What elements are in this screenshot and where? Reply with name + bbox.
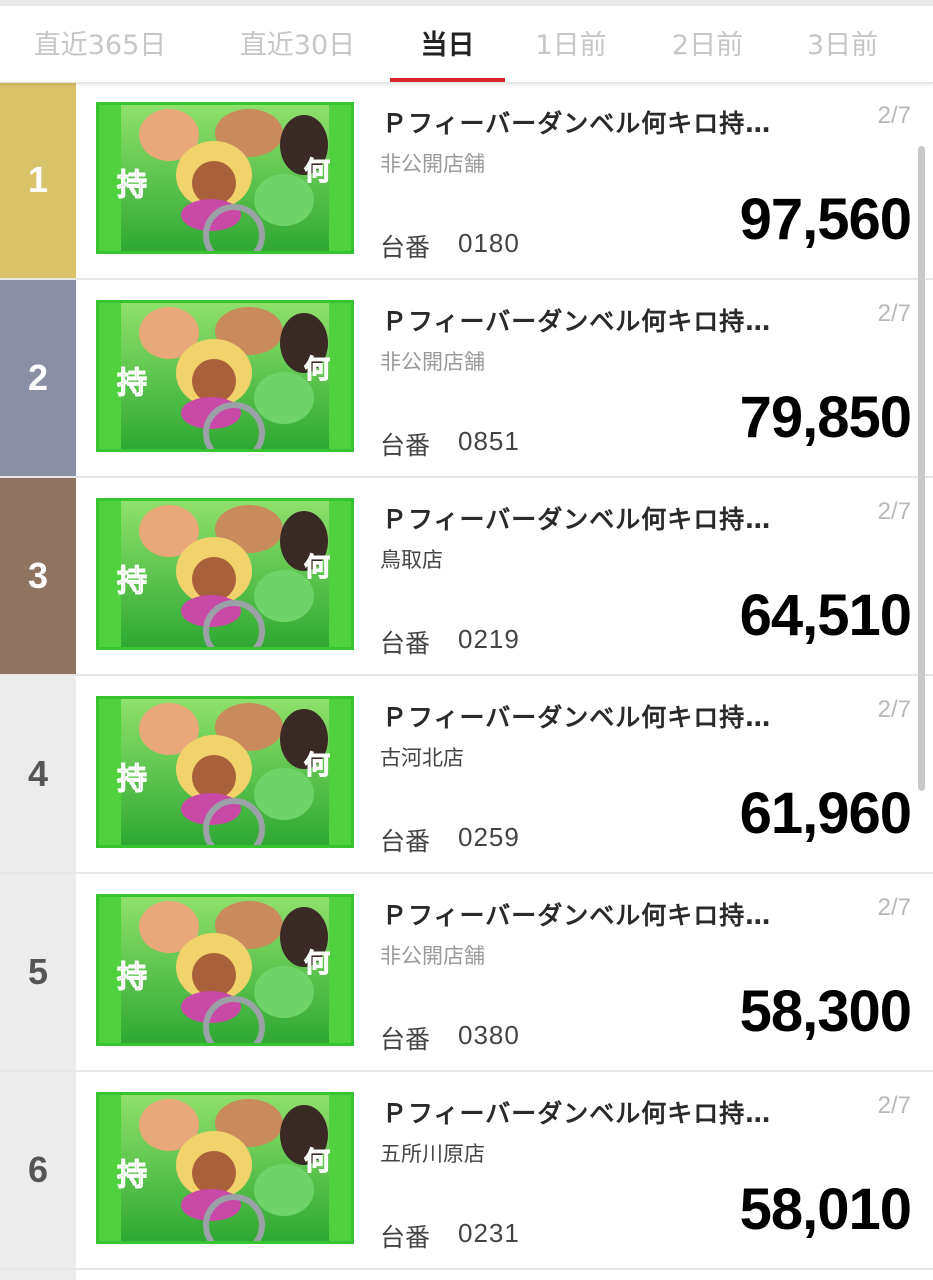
rank-badge: 5 — [0, 874, 76, 1070]
svg-text:持: 持 — [117, 960, 147, 995]
svg-text:何: 何 — [304, 1147, 330, 1177]
ranking-row[interactable]: 5 持何 Ｐフィーバーダンベル何キロ持… 2/7 非公開店舗 台番 0380 5… — [0, 874, 933, 1072]
store-name: 古河北店 — [380, 746, 464, 770]
machine-title: Ｐフィーバーダンベル何キロ持… — [382, 109, 772, 138]
machine-title: Ｐフィーバーダンベル何キロ持… — [382, 703, 772, 732]
record-date: 2/7 — [877, 696, 911, 723]
payout-value: 97,560 — [739, 187, 912, 252]
svg-text:何: 何 — [304, 355, 330, 385]
svg-text:何: 何 — [304, 553, 330, 583]
machine-thumbnail: 持何 — [96, 1092, 354, 1244]
svg-text:持: 持 — [117, 762, 147, 797]
machine-number: 0851 — [458, 426, 520, 456]
ranking-row[interactable]: 3 持何 Ｐフィーバーダンベル何キロ持… 2/7 鳥取店 台番 0219 64,… — [0, 478, 933, 676]
machine-thumbnail: 持何 — [96, 498, 354, 650]
ranking-row[interactable]: 4 持何 Ｐフィーバーダンベル何キロ持… 2/7 古河北店 台番 0259 61… — [0, 676, 933, 874]
tab-today[interactable]: 当日 — [390, 6, 505, 82]
payout-value: 58,300 — [739, 979, 912, 1044]
payout-value: 79,850 — [739, 385, 912, 450]
ranking-list: 1 持何 Ｐフィーバーダンベル何キロ持… 2/7 非公開店舗 台番 0180 9… — [0, 82, 933, 1280]
svg-text:持: 持 — [117, 366, 147, 401]
store-name: 非公開店舗 — [380, 944, 485, 968]
scrollbar[interactable] — [918, 146, 925, 791]
store-name: 鳥取店 — [380, 548, 443, 572]
svg-text:何: 何 — [304, 157, 330, 187]
machine-number-label: 台番 — [380, 233, 431, 262]
store-name: 五所川原店 — [380, 1142, 485, 1166]
tab-last-365-days[interactable]: 直近365日 — [10, 6, 190, 82]
ranking-row-partial[interactable] — [0, 1270, 933, 1280]
svg-text:持: 持 — [117, 1158, 147, 1193]
machine-title: Ｐフィーバーダンベル何キロ持… — [382, 1099, 772, 1128]
machine-number-label: 台番 — [380, 1025, 431, 1054]
machine-number-label: 台番 — [380, 1223, 431, 1252]
machine-title: Ｐフィーバーダンベル何キロ持… — [382, 307, 772, 336]
svg-text:何: 何 — [304, 949, 330, 979]
tab-last-30-days[interactable]: 直近30日 — [210, 6, 385, 82]
rank-badge: 2 — [0, 280, 76, 476]
period-tab-bar: 直近365日 直近30日 当日 1日前 2日前 3日前 — [0, 6, 933, 83]
active-tab-indicator — [390, 78, 505, 82]
store-name: 非公開店舗 — [380, 152, 485, 176]
record-date: 2/7 — [877, 498, 911, 525]
ranking-row[interactable]: 1 持何 Ｐフィーバーダンベル何キロ持… 2/7 非公開店舗 台番 0180 9… — [0, 82, 933, 280]
machine-thumbnail: 持何 — [96, 300, 354, 452]
rank-badge: 6 — [0, 1072, 76, 1268]
store-name: 非公開店舗 — [380, 350, 485, 374]
payout-value: 58,010 — [739, 1177, 912, 1242]
rank-badge: 3 — [0, 478, 76, 674]
machine-number-label: 台番 — [380, 629, 431, 658]
svg-text:持: 持 — [117, 564, 147, 599]
machine-number: 0259 — [458, 822, 520, 852]
machine-number-label: 台番 — [380, 431, 431, 460]
ranking-row[interactable]: 6 持何 Ｐフィーバーダンベル何キロ持… 2/7 五所川原店 台番 0231 5… — [0, 1072, 933, 1270]
rank-badge — [0, 1270, 76, 1280]
ranking-row[interactable]: 2 持何 Ｐフィーバーダンベル何キロ持… 2/7 非公開店舗 台番 0851 7… — [0, 280, 933, 478]
machine-number: 0180 — [458, 228, 520, 258]
machine-number: 0219 — [458, 624, 520, 654]
machine-number-label: 台番 — [380, 827, 431, 856]
payout-value: 61,960 — [739, 781, 912, 846]
machine-thumbnail: 持何 — [96, 894, 354, 1046]
rank-badge: 1 — [0, 82, 76, 278]
rank-badge: 4 — [0, 676, 76, 872]
tab-3-days-ago[interactable]: 3日前 — [785, 6, 900, 82]
tab-2-days-ago[interactable]: 2日前 — [650, 6, 765, 82]
machine-title: Ｐフィーバーダンベル何キロ持… — [382, 505, 772, 534]
svg-text:持: 持 — [117, 168, 147, 203]
machine-title: Ｐフィーバーダンベル何キロ持… — [382, 901, 772, 930]
machine-number: 0231 — [458, 1218, 520, 1248]
payout-value: 64,510 — [739, 583, 912, 648]
tab-1-day-ago[interactable]: 1日前 — [515, 6, 627, 82]
record-date: 2/7 — [877, 300, 911, 327]
record-date: 2/7 — [877, 102, 911, 129]
machine-number: 0380 — [458, 1020, 520, 1050]
record-date: 2/7 — [877, 1092, 911, 1119]
record-date: 2/7 — [877, 894, 911, 921]
svg-text:何: 何 — [304, 751, 330, 781]
machine-thumbnail: 持何 — [96, 696, 354, 848]
machine-thumbnail: 持何 — [96, 102, 354, 254]
